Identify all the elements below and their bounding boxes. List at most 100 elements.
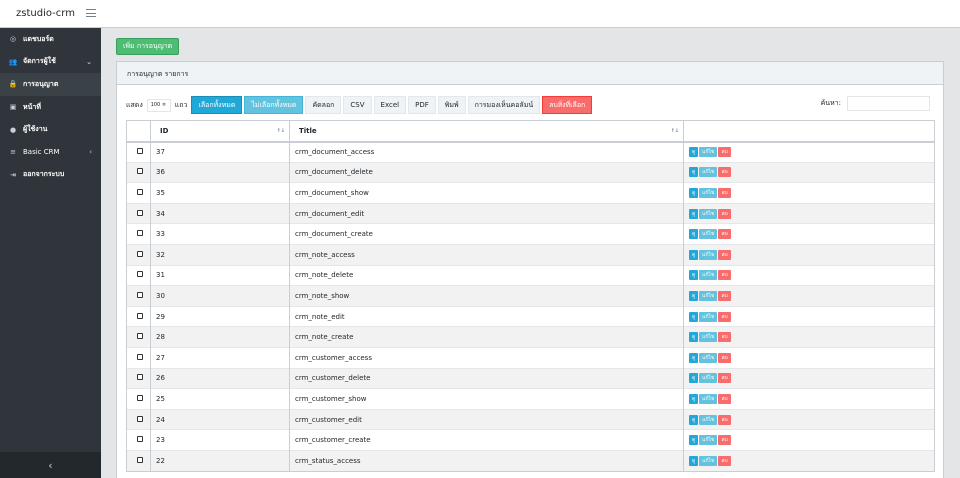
copy-button[interactable]: คัดลอก bbox=[305, 96, 342, 114]
delete-button[interactable]: ลบ bbox=[718, 187, 731, 198]
edit-button[interactable]: แก้ไข bbox=[699, 352, 718, 363]
view-button[interactable]: ดู bbox=[689, 373, 699, 384]
lock-icon: 🔒 bbox=[8, 80, 18, 89]
sidebar-item-2[interactable]: 🔒 การอนุญาต bbox=[0, 73, 101, 96]
row-actions: ดู แก้ไข ลบ bbox=[683, 305, 935, 327]
row-checkbox[interactable] bbox=[137, 209, 143, 216]
view-button[interactable]: ดู bbox=[689, 187, 699, 198]
brand-logo[interactable]: zstudio-crm bbox=[16, 8, 75, 19]
edit-button[interactable]: แก้ไข bbox=[699, 311, 718, 322]
delete-button[interactable]: ลบ bbox=[718, 147, 731, 158]
delete-button[interactable]: ลบ bbox=[718, 435, 731, 446]
delete-selected-button[interactable]: ลบสิ่งที่เลือก bbox=[542, 96, 593, 114]
hamburger-menu-icon[interactable] bbox=[86, 9, 96, 17]
select-all-button[interactable]: เลือกทั้งหมด bbox=[191, 96, 243, 114]
edit-button[interactable]: แก้ไข bbox=[699, 229, 718, 240]
row-checkbox[interactable] bbox=[137, 271, 143, 278]
delete-button[interactable]: ลบ bbox=[718, 249, 731, 260]
edit-button[interactable]: แก้ไข bbox=[699, 290, 718, 301]
view-button[interactable]: ดู bbox=[689, 311, 699, 322]
edit-button[interactable]: แก้ไข bbox=[699, 455, 718, 466]
edit-button[interactable]: แก้ไข bbox=[699, 332, 718, 343]
view-button[interactable]: ดู bbox=[689, 208, 699, 219]
sidebar-item-3[interactable]: ▣ หน้าที่ bbox=[0, 96, 101, 119]
row-checkbox[interactable] bbox=[137, 333, 143, 340]
delete-button[interactable]: ลบ bbox=[718, 332, 731, 343]
search-input[interactable] bbox=[847, 96, 930, 111]
edit-button[interactable]: แก้ไข bbox=[699, 414, 718, 425]
delete-button[interactable]: ลบ bbox=[718, 208, 731, 219]
row-checkbox[interactable] bbox=[137, 415, 143, 422]
sidebar-minimize-button[interactable]: ‹ bbox=[0, 452, 101, 478]
row-checkbox[interactable] bbox=[137, 353, 143, 360]
view-button[interactable]: ดู bbox=[689, 455, 699, 466]
edit-button[interactable]: แก้ไข bbox=[699, 187, 718, 198]
header-title[interactable]: Title ↑↓ bbox=[289, 120, 684, 143]
edit-button[interactable]: แก้ไข bbox=[699, 249, 718, 260]
excel-button[interactable]: Excel bbox=[373, 96, 407, 114]
edit-button[interactable]: แก้ไข bbox=[699, 208, 718, 219]
sidebar-item-4[interactable]: ● ผู้ใช้งาน bbox=[0, 118, 101, 141]
sidebar-item-label: ออกจากระบบ bbox=[23, 170, 65, 179]
row-checkbox[interactable] bbox=[137, 230, 143, 237]
column-visibility-button[interactable]: การมองเห็นคอลัมน์ bbox=[467, 96, 541, 114]
delete-button[interactable]: ลบ bbox=[718, 229, 731, 240]
row-checkbox-cell bbox=[126, 285, 151, 307]
csv-button[interactable]: CSV bbox=[343, 96, 372, 114]
delete-button[interactable]: ลบ bbox=[718, 167, 731, 178]
table-row: 34 crm_document_edit ดู แก้ไข ลบ bbox=[126, 202, 935, 224]
delete-button[interactable]: ลบ bbox=[718, 270, 731, 281]
row-checkbox[interactable] bbox=[137, 436, 143, 443]
page-size-select[interactable]: 100 ≑ bbox=[146, 98, 171, 112]
row-checkbox[interactable] bbox=[137, 250, 143, 257]
add-permission-button[interactable]: เพิ่ม การอนุญาต bbox=[116, 38, 180, 55]
search-area: ค้นหา: bbox=[821, 96, 930, 111]
row-checkbox[interactable] bbox=[137, 188, 143, 195]
view-button[interactable]: ดู bbox=[689, 270, 699, 281]
view-button[interactable]: ดู bbox=[689, 352, 699, 363]
delete-button[interactable]: ลบ bbox=[718, 414, 731, 425]
row-checkbox-cell bbox=[126, 408, 151, 430]
delete-button[interactable]: ลบ bbox=[718, 352, 731, 363]
sidebar-item-1[interactable]: 👥 จัดการผู้ใช้ ⌄ bbox=[0, 51, 101, 74]
edit-button[interactable]: แก้ไข bbox=[699, 373, 718, 384]
row-checkbox[interactable] bbox=[137, 312, 143, 319]
view-button[interactable]: ดู bbox=[689, 435, 699, 446]
view-button[interactable]: ดู bbox=[689, 249, 699, 260]
edit-button[interactable]: แก้ไข bbox=[699, 393, 718, 404]
row-checkbox[interactable] bbox=[137, 456, 143, 463]
permissions-table: ID ↑↓ Title ↑↓ 37 crm_document_access ดู แก้ไ… bbox=[126, 120, 935, 472]
delete-button[interactable]: ลบ bbox=[718, 373, 731, 384]
deselect-all-button[interactable]: ไม่เลือกทั้งหมด bbox=[244, 96, 304, 114]
print-button[interactable]: พิมพ์ bbox=[437, 96, 466, 114]
edit-button[interactable]: แก้ไข bbox=[699, 167, 718, 178]
delete-button[interactable]: ลบ bbox=[718, 290, 731, 301]
delete-button[interactable]: ลบ bbox=[718, 393, 731, 404]
row-checkbox-cell bbox=[126, 449, 151, 471]
view-button[interactable]: ดู bbox=[689, 290, 699, 301]
pdf-button[interactable]: PDF bbox=[408, 96, 436, 114]
row-checkbox[interactable] bbox=[137, 168, 143, 175]
row-checkbox[interactable] bbox=[137, 291, 143, 298]
view-button[interactable]: ดู bbox=[689, 229, 699, 240]
row-title: crm_note_show bbox=[289, 285, 684, 307]
view-button[interactable]: ดู bbox=[689, 393, 699, 404]
row-checkbox[interactable] bbox=[137, 148, 143, 155]
sidebar-item-6[interactable]: ⇥ ออกจากระบบ bbox=[0, 164, 101, 187]
row-actions: ดู แก้ไข ลบ bbox=[683, 429, 935, 451]
view-button[interactable]: ดู bbox=[689, 147, 699, 158]
row-checkbox[interactable] bbox=[137, 394, 143, 401]
view-button[interactable]: ดู bbox=[689, 414, 699, 425]
view-button[interactable]: ดู bbox=[689, 332, 699, 343]
delete-button[interactable]: ลบ bbox=[718, 311, 731, 322]
row-checkbox[interactable] bbox=[137, 374, 143, 381]
edit-button[interactable]: แก้ไข bbox=[699, 435, 718, 446]
edit-button[interactable]: แก้ไข bbox=[699, 147, 718, 158]
view-button[interactable]: ดู bbox=[689, 167, 699, 178]
sidebar-item-0[interactable]: ◎ แดชบอร์ด bbox=[0, 28, 101, 51]
sidebar-item-5[interactable]: ≡ Basic CRM ‹ bbox=[0, 141, 101, 164]
header-id[interactable]: ID ↑↓ bbox=[150, 120, 290, 143]
delete-button[interactable]: ลบ bbox=[718, 455, 731, 466]
users-icon: 👥 bbox=[8, 57, 18, 66]
edit-button[interactable]: แก้ไข bbox=[699, 270, 718, 281]
